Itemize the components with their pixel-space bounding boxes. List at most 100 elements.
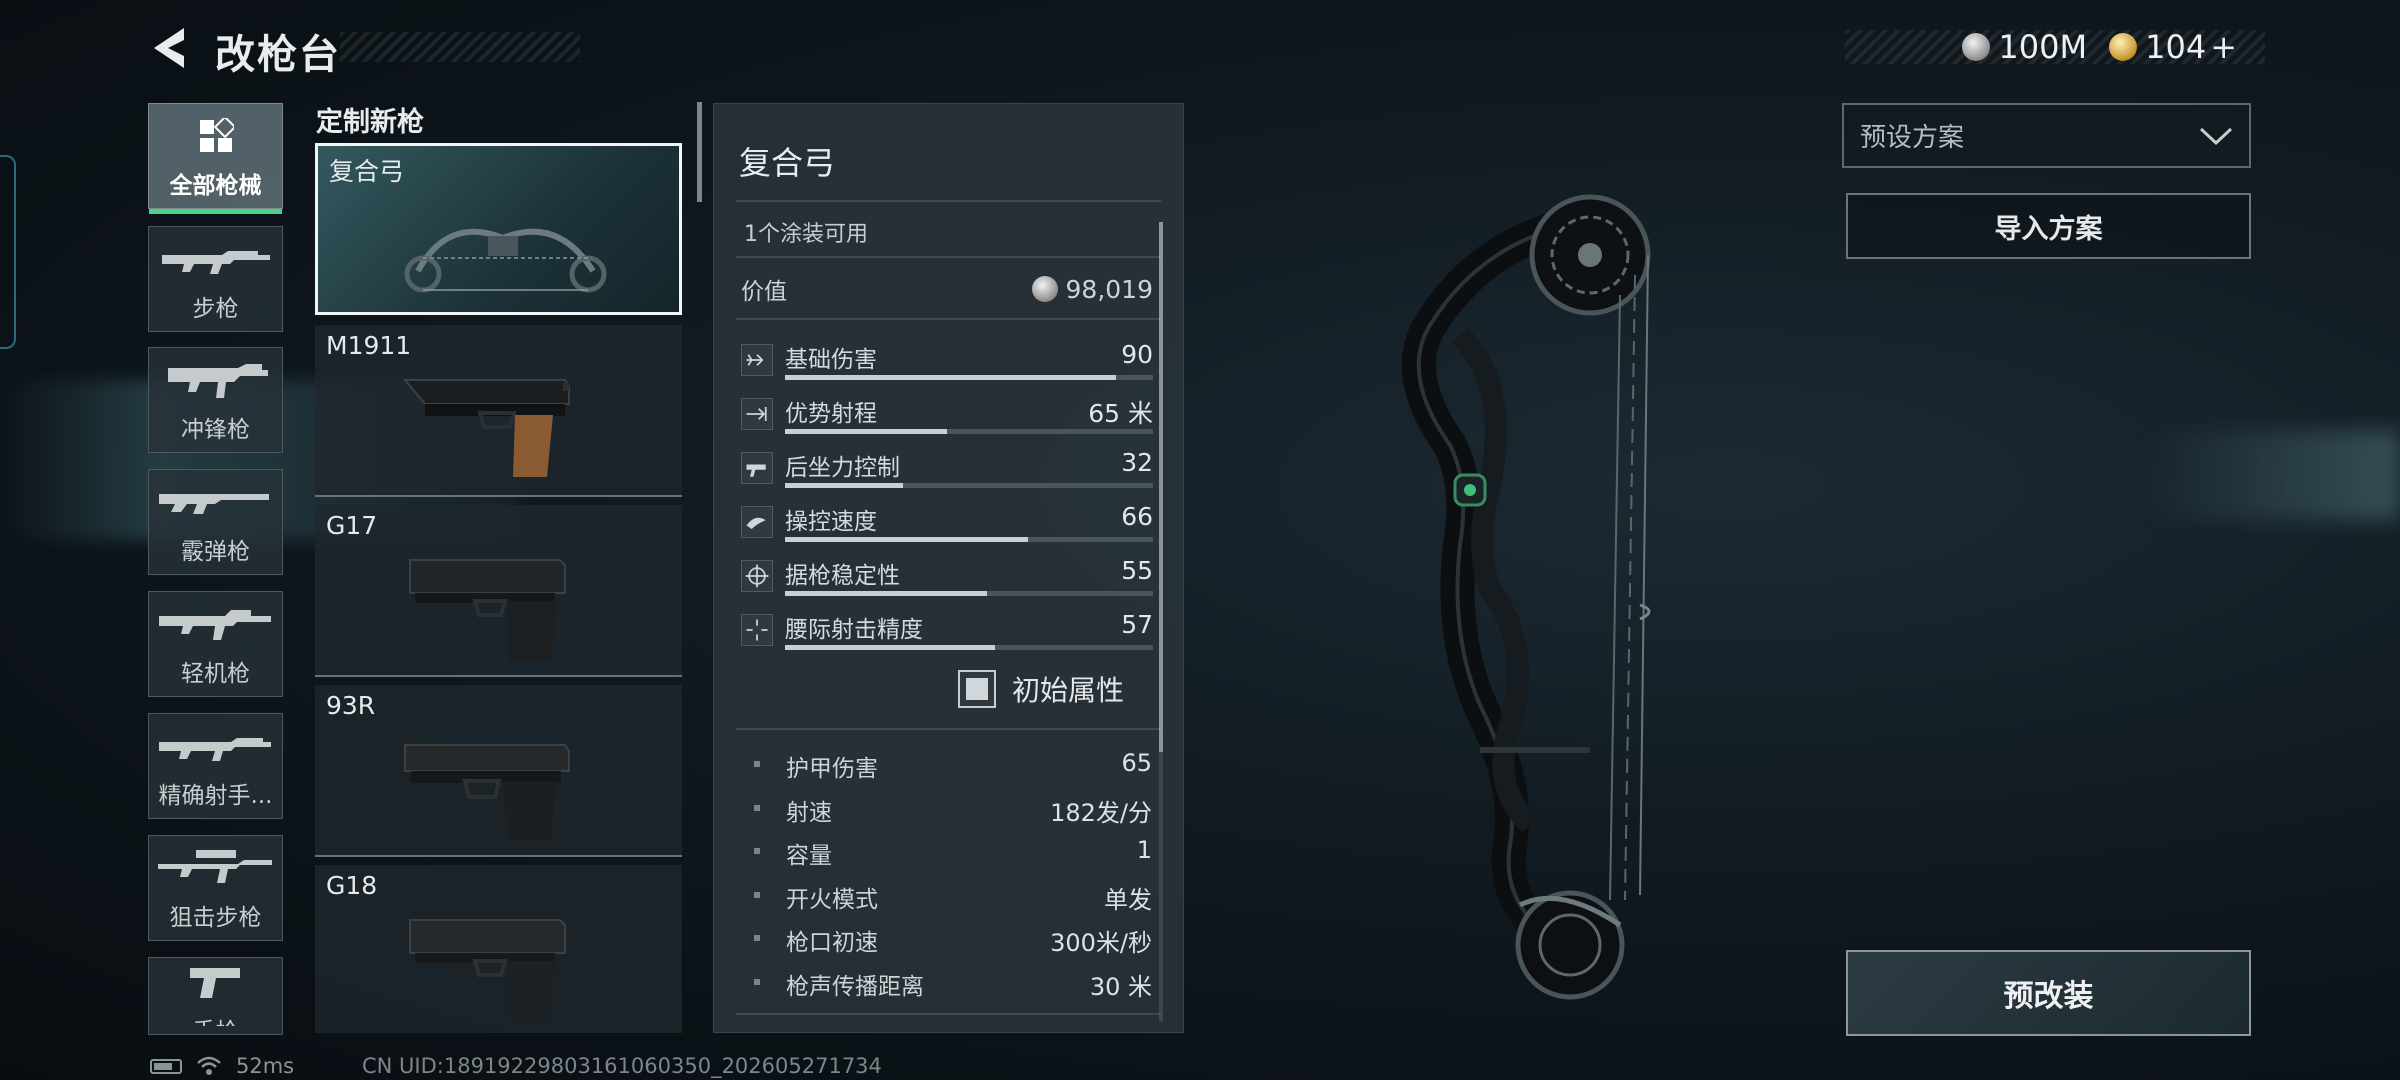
stat-bar-fill	[785, 537, 1028, 542]
stat-name: 优势射程	[785, 401, 877, 427]
category-label: 狙击步枪	[169, 905, 262, 931]
attribute-name: 开火模式	[786, 886, 878, 913]
preset-dropdown[interactable]: 预设方案	[1842, 103, 2251, 168]
initial-attributes-toggle[interactable]: 初始属性	[958, 669, 1124, 709]
back-arrow-icon	[154, 28, 184, 68]
handling-icon	[741, 506, 773, 538]
attribute-row: 枪声传播距离 30 米	[754, 965, 1152, 1001]
bullet-icon	[754, 935, 760, 941]
damage-icon	[741, 344, 773, 376]
stat-bar-fill	[785, 375, 1117, 380]
shotgun-icon	[158, 494, 269, 514]
attribute-name: 容量	[786, 843, 832, 869]
gun-card-m1911[interactable]: M1911	[315, 325, 682, 497]
attribute-row: 射速 182发/分	[754, 791, 1152, 827]
gold-amount: 104	[2145, 28, 2207, 66]
category-sniper[interactable]: 狙击步枪	[148, 835, 283, 941]
stat-row: 基础伤害 90	[741, 336, 1153, 386]
page-title: 改枪台	[215, 32, 341, 78]
stat-value: 57	[1121, 610, 1153, 639]
compound-bow-thumbnail	[404, 228, 607, 293]
compound-bow-3d-model[interactable]	[1360, 185, 1720, 1005]
uid-text: CN UID:18919229803161060350_202605271734	[362, 1054, 882, 1078]
rifle-icon	[161, 251, 270, 274]
sniper-icon	[157, 850, 272, 883]
stat-value: 66	[1121, 502, 1153, 531]
background-light-streak-right	[2140, 430, 2400, 520]
category-shotgun[interactable]: 霰弹枪	[148, 469, 283, 575]
stat-name: 腰际射击精度	[785, 617, 923, 643]
bullet-icon	[754, 891, 760, 898]
category-all[interactable]: 全部枪械	[148, 103, 283, 214]
value-row: 价值 98,019	[741, 272, 1153, 306]
gold-currency[interactable]: 104 +	[2109, 28, 2237, 66]
detail-scrollbar-track[interactable]	[1159, 752, 1163, 1022]
lmg-icon	[158, 610, 271, 640]
bullet-icon	[754, 848, 760, 854]
category-lmg[interactable]: 轻机枪	[148, 591, 283, 697]
attribute-value: 300米/秒	[1050, 929, 1152, 957]
initial-attributes-label: 初始属性	[1012, 674, 1125, 707]
skins-available[interactable]: 1个涂装可用	[744, 216, 868, 248]
stat-name: 后坐力控制	[785, 455, 900, 481]
hipfire-icon	[741, 614, 773, 646]
category-rifle[interactable]: 步枪	[148, 226, 283, 332]
attribute-row: 护甲伤害 65	[754, 747, 1152, 783]
attribute-value: 30 米	[1089, 972, 1152, 1001]
category-dmr[interactable]: 精确射手...	[148, 713, 283, 819]
detail-scrollbar-thumb[interactable]	[1159, 222, 1163, 752]
93r-thumbnail	[404, 744, 570, 841]
stat-bar	[785, 591, 1153, 596]
stat-name: 基础伤害	[785, 347, 877, 373]
category-pistol[interactable]: 手枪	[148, 957, 283, 1035]
category-label: 步枪	[192, 296, 239, 322]
ping-value: 52ms	[236, 1054, 295, 1078]
stat-row: 后坐力控制 32	[741, 444, 1153, 494]
stat-bar	[785, 375, 1153, 380]
bullet-icon	[754, 804, 760, 811]
add-gold-icon[interactable]: +	[2210, 28, 2237, 66]
silver-currency: 100M	[1962, 28, 2087, 66]
silver-coin-icon	[1962, 33, 1991, 61]
gun-card-93r[interactable]: 93R	[315, 685, 682, 857]
stat-value: 90	[1121, 340, 1153, 369]
pre-modify-button[interactable]: 预改装	[1846, 950, 2251, 1036]
back-button[interactable]	[148, 24, 192, 72]
title-stripe-decoration	[340, 32, 580, 62]
import-preset-button[interactable]: 导入方案	[1846, 193, 2251, 259]
stat-row: 操控速度 66	[741, 498, 1153, 548]
category-label: 轻机枪	[181, 661, 250, 687]
chevron-down-icon	[2199, 127, 2233, 145]
bullet-icon	[754, 978, 760, 985]
stat-bar-fill	[785, 645, 995, 650]
stat-bar	[785, 537, 1153, 542]
value-label: 价值	[741, 279, 787, 305]
stat-bar-fill	[785, 429, 947, 434]
gun-name: 93R	[326, 691, 376, 720]
panel-divider	[736, 256, 1161, 258]
attribute-name: 枪声传播距离	[786, 973, 924, 1000]
gun-card-g17[interactable]: G17	[315, 505, 682, 677]
m1911-thumbnail	[402, 379, 570, 477]
stat-bar	[785, 429, 1153, 434]
gun-card-g18[interactable]: G18	[315, 865, 682, 1033]
weapon-detail-panel: 复合弓 1个涂装可用 价值 98,019 基础伤害 90 优势射程 65 米后坐力控制…	[713, 103, 1184, 1033]
category-smg[interactable]: 冲锋枪	[148, 347, 283, 453]
initial-attributes-checkbox[interactable]	[958, 670, 996, 708]
attribute-name: 射速	[786, 799, 832, 826]
gun-list-scrollbar[interactable]	[697, 102, 702, 202]
attribute-name: 护甲伤害	[786, 756, 878, 782]
stat-name: 据枪稳定性	[785, 563, 900, 589]
attribute-row: 枪口初速 300米/秒	[754, 921, 1152, 957]
dmr-icon	[158, 738, 271, 761]
gun-card-compound-bow[interactable]: 复合弓	[315, 143, 682, 315]
stat-value: 65 米	[1088, 399, 1153, 428]
g18-thumbnail	[409, 919, 566, 1021]
stat-row: 据枪稳定性 55	[741, 552, 1153, 602]
stat-name: 操控速度	[785, 509, 877, 535]
g17-thumbnail	[409, 559, 566, 661]
value-amount: 98,019	[1065, 274, 1153, 304]
attribute-row: 容量 1	[754, 834, 1152, 870]
silver-amount: 100M	[1998, 28, 2088, 66]
stat-bar	[785, 645, 1153, 650]
